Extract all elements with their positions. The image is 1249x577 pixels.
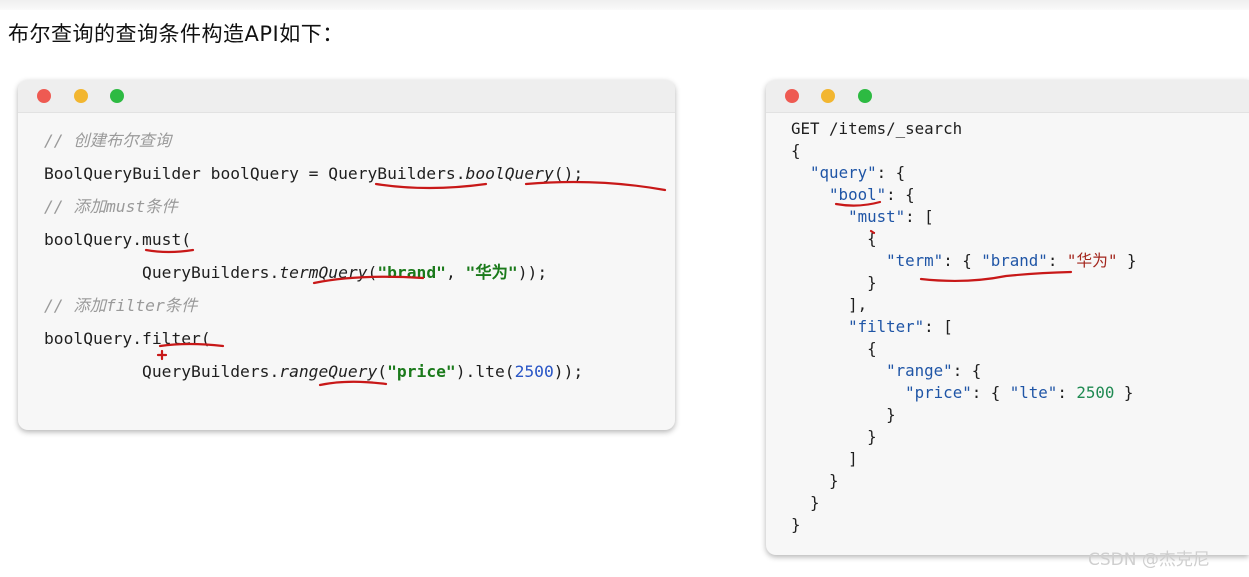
watermark: CSDN @杰克尼 (1088, 550, 1210, 570)
code-token: )); (553, 362, 584, 381)
maximize-dot-icon (858, 89, 872, 103)
code-token: )); (517, 263, 548, 282)
code-token: , (445, 263, 466, 282)
window-titlebar (766, 80, 1249, 113)
code-method: rangeQuery (279, 362, 378, 381)
code-token: boolQuery. (44, 329, 143, 348)
code-method: must (142, 230, 182, 249)
maximize-dot-icon (110, 89, 124, 103)
json-number-value: 2500 (1076, 383, 1115, 402)
json-key: "term" (886, 251, 944, 270)
code-method: filter (142, 329, 201, 348)
java-code-block: // 创建布尔查询 BoolQueryBuilder boolQuery = Q… (44, 124, 583, 388)
code-token: QueryBuilders. (142, 362, 280, 381)
code-number: 2500 (514, 362, 554, 381)
code-method: boolQuery (465, 164, 554, 183)
json-key: "filter" (848, 317, 925, 336)
java-code-window: // 创建布尔查询 BoolQueryBuilder boolQuery = Q… (18, 80, 675, 430)
json-key: "lte" (1009, 383, 1058, 402)
close-dot-icon (37, 89, 51, 103)
dsl-code-window: GET /items/_search { "query": { "bool": … (766, 80, 1249, 555)
json-key: "price" (905, 383, 972, 402)
code-token: (); (553, 164, 584, 183)
json-key: "must" (848, 207, 906, 226)
code-token: QueryBuilders (328, 164, 456, 183)
code-comment: // 创建布尔查询 (44, 131, 172, 150)
minimize-dot-icon (74, 89, 88, 103)
code-token: ( (181, 230, 192, 249)
json-key: "range" (886, 361, 953, 380)
code-method: termQuery (279, 263, 368, 282)
code-token: boolQuery = (200, 164, 329, 183)
code-token: ( (377, 362, 388, 381)
code-comment: // 添加must条件 (44, 197, 178, 216)
code-token: ).lte( (455, 362, 515, 381)
code-token: ( (367, 263, 378, 282)
window-titlebar (18, 80, 675, 113)
close-dot-icon (785, 89, 799, 103)
json-key: "brand" (981, 251, 1048, 270)
code-token: . (455, 164, 466, 183)
minimize-dot-icon (821, 89, 835, 103)
page-heading: 布尔查询的查询条件构造API如下： (8, 22, 344, 46)
code-string: "brand" (377, 263, 446, 282)
code-token: QueryBuilders. (142, 263, 280, 282)
code-string: "price" (387, 362, 456, 381)
request-line: GET /items/_search (791, 119, 963, 138)
json-key: "query" (810, 163, 877, 182)
json-key: "bool" (829, 185, 887, 204)
json-string-value: "华为" (1066, 251, 1118, 270)
code-token: boolQuery. (44, 230, 143, 249)
dsl-code-block: GET /items/_search { "query": { "bool": … (791, 119, 1137, 534)
code-token: BoolQueryBuilder (44, 164, 201, 183)
code-token: ( (200, 329, 211, 348)
top-strip (0, 0, 1249, 10)
code-comment: // 添加filter条件 (44, 296, 198, 315)
code-string: "华为" (465, 263, 518, 282)
